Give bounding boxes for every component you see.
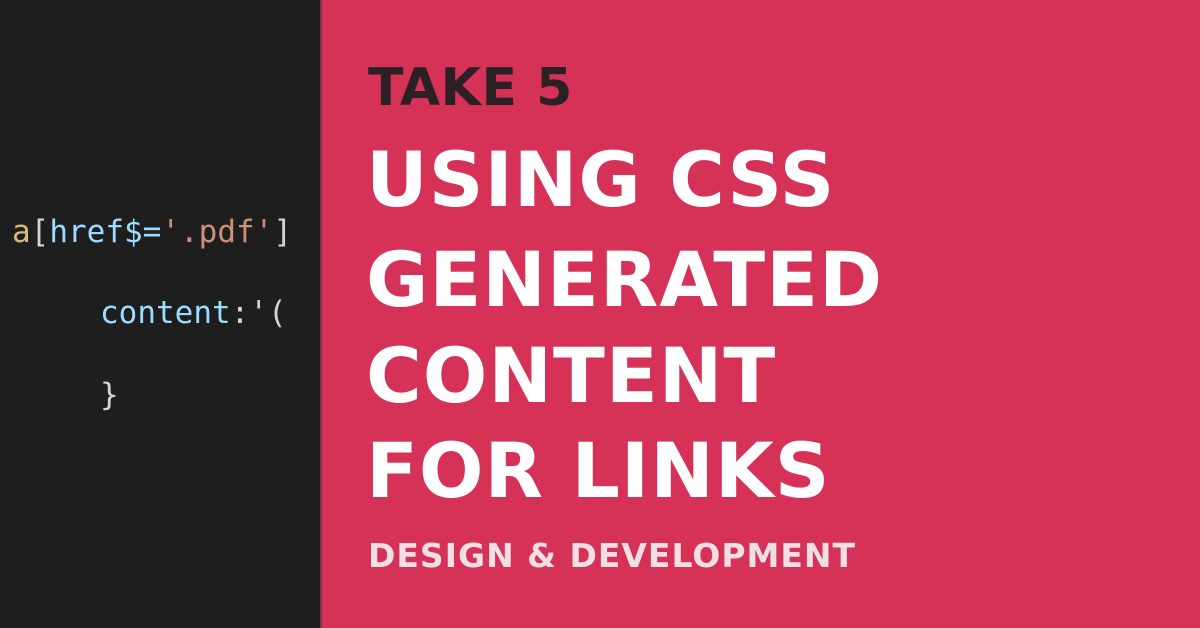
banner-image: a[href$='.pdf'] content:'( } TAKE 5 USIN… [0,0,1200,628]
title-line-2: GENERATED [366,235,884,324]
code-token-brace: } [100,377,119,413]
code-line-content: content:'( [100,293,287,333]
series-label: TAKE 5 [368,58,573,118]
code-token-bracket-close: ] [273,214,292,250]
code-line-selector: a[href$='.pdf'] [12,212,292,252]
code-token-string: '.pdf' [161,214,274,250]
code-token-attribute: href$= [49,214,162,250]
code-token-selector: a [12,214,31,250]
code-line-brace: } [100,375,119,415]
title-line-3: CONTENT [366,331,777,420]
code-token-property: content [100,295,231,331]
title-line-1: USING CSS [366,135,836,224]
code-token-bracket: [ [30,214,50,250]
title-panel: TAKE 5 USING CSS GENERATED CONTENT FOR L… [322,0,1200,628]
category-label: DESIGN & DEVELOPMENT [368,536,857,575]
code-snippet-panel: a[href$='.pdf'] content:'( } [0,0,320,628]
code-token-value: '( [249,295,287,331]
title-line-4: FOR LINKS [366,426,831,515]
code-token-colon: : [230,295,250,331]
